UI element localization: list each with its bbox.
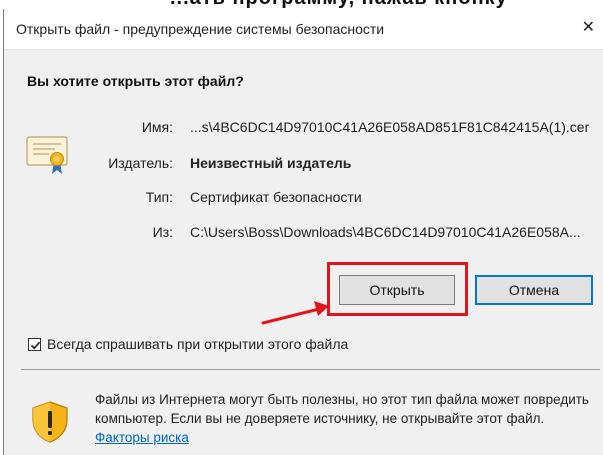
type-value: Сертификат безопасности: [190, 189, 362, 205]
type-label: Тип:: [145, 189, 173, 205]
warning-text: Файлы из Интернета могут быть полезны, н…: [95, 392, 589, 426]
dialog-question: Вы хотите открыть этот файл?: [27, 73, 244, 89]
shield-warning-icon: [32, 401, 68, 443]
name-label: Имя:: [141, 119, 173, 135]
always-ask-checkbox[interactable]: [28, 337, 41, 351]
publisher-label: Издатель:: [108, 155, 173, 171]
warning-message: Файлы из Интернета могут быть полезны, н…: [95, 390, 595, 447]
close-icon[interactable]: ✕: [582, 20, 595, 36]
background-caption-text: ...ать программу, нажав кнопку «Открыть»…: [170, 0, 603, 9]
always-ask-label: Всегда спрашивать при открытии этого фай…: [47, 336, 349, 352]
cancel-button[interactable]: Отмена: [475, 275, 593, 305]
security-warning-dialog: Открыть файл - предупреждение системы бе…: [3, 9, 603, 455]
risk-factors-link[interactable]: Факторы риска: [95, 430, 189, 445]
always-ask-row[interactable]: Всегда спрашивать при открытии этого фай…: [28, 336, 348, 352]
name-value: ...s\4BC6DC14D97010C41A26E058AD851F81C84…: [190, 119, 590, 135]
red-arrow-annotation: [261, 301, 329, 325]
open-button[interactable]: Открыть: [339, 275, 455, 305]
checkmark-icon: [30, 341, 41, 349]
window-title: Открыть файл - предупреждение системы бе…: [16, 21, 385, 37]
from-label: Из:: [152, 224, 173, 240]
title-bar: Открыть файл - предупреждение системы бе…: [4, 9, 603, 50]
divider: [21, 369, 600, 370]
background-caption-strip: ...ать программу, нажав кнопку «Открыть»…: [0, 0, 603, 9]
from-value: C:\Users\Boss\Downloads\4BC6DC14D97010C4…: [190, 224, 581, 240]
publisher-value: Неизвестный издатель: [190, 155, 352, 171]
